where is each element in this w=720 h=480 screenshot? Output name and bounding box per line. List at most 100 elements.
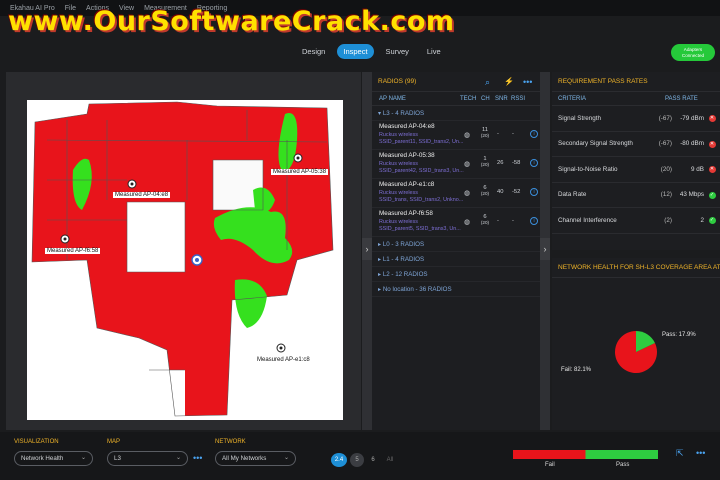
- criteria-name: Data Rate: [558, 191, 587, 199]
- health-legend-bar: [513, 450, 658, 459]
- criteria-name: Signal-to-Noise Ratio: [558, 165, 618, 173]
- ap-marker-04e8[interactable]: [127, 179, 137, 189]
- ap-label-f658: Measured AP-f6:58: [45, 248, 101, 254]
- ap-channel-width: (20): [480, 133, 490, 138]
- ap-channel-width: (20): [480, 191, 490, 196]
- ap-row[interactable]: Measured AP-05:38 Ruckus wireless SSID_pa…: [372, 150, 540, 179]
- ap-snr: -: [497, 131, 499, 137]
- band-6-button[interactable]: 6: [366, 453, 380, 467]
- legend-fail-segment: [513, 450, 586, 459]
- tab-survey[interactable]: Survey: [380, 44, 415, 59]
- group-l2[interactable]: ▸ L2 - 12 RADIOS: [372, 267, 540, 282]
- col-ap-name[interactable]: AP NAME: [379, 92, 406, 106]
- criteria-name: Secondary Signal Strength: [558, 140, 633, 148]
- more-options-icon[interactable]: •••: [696, 448, 705, 458]
- network-health-panel: NETWORK HEALTH FOR SH-L3 COVERAGE AREA A…: [552, 258, 720, 430]
- collapse-left-button[interactable]: ›: [362, 238, 372, 260]
- ap-ssids: SSID_trans, SSID_trans2, Unkno...: [379, 196, 464, 203]
- info-icon[interactable]: i: [530, 217, 538, 225]
- legend-pass-segment: [585, 450, 658, 459]
- ap-marker-0538[interactable]: [293, 153, 303, 163]
- criteria-threshold: (12): [660, 191, 672, 199]
- group-no-location[interactable]: ▸ No location - 36 RADIOS: [372, 282, 540, 297]
- pass-icon: ✓: [708, 217, 716, 225]
- export-icon[interactable]: ⇱: [676, 448, 684, 459]
- ap-label-e1c8: Measured AP-e1:c8: [255, 357, 312, 363]
- criteria-threshold: (20): [660, 165, 672, 173]
- ap-channel-width: (20): [480, 220, 490, 225]
- more-icon[interactable]: •••: [523, 72, 532, 92]
- health-pie-chart: [615, 331, 657, 373]
- signal-icon[interactable]: ⚡: [504, 72, 514, 92]
- search-icon[interactable]: ⌕: [485, 72, 490, 92]
- floor-plan[interactable]: Measured AP-04:e8 Measured AP-05:38 Meas…: [27, 100, 343, 420]
- network-label: NETWORK: [215, 439, 246, 445]
- tab-live[interactable]: Live: [421, 44, 447, 59]
- radios-title: RADIOS (99): [378, 78, 417, 85]
- tab-inspect[interactable]: Inspect: [337, 44, 374, 59]
- info-icon[interactable]: i: [530, 159, 538, 167]
- info-icon[interactable]: i: [530, 130, 538, 138]
- group-l3[interactable]: ▾ L3 - 4 RADIOS: [372, 106, 540, 121]
- ap-snr: -: [497, 218, 499, 224]
- col-tech[interactable]: TECH: [460, 92, 476, 106]
- requirement-row[interactable]: Data Rate (12) 43 Mbps ✓: [552, 183, 720, 208]
- requirements-panel: REQUIREMENT PASS RATES CRITERIA PASS RAT…: [552, 72, 720, 250]
- ap-rssi: -52: [512, 189, 521, 195]
- group-l3-label: L3 - 4 RADIOS: [382, 110, 425, 117]
- ap-marker-f658[interactable]: [60, 234, 70, 244]
- info-icon[interactable]: i: [530, 188, 538, 196]
- col-ch[interactable]: CH: [481, 92, 490, 106]
- criteria-threshold: (-67): [658, 140, 672, 148]
- chevron-down-icon: ⌄: [80, 455, 86, 461]
- ap-label-04e8: Measured AP-04:e8: [113, 192, 171, 198]
- ap-channel: 11 (20): [480, 127, 490, 139]
- survey-location-marker[interactable]: [191, 254, 203, 266]
- ap-details: Ruckus wireless SSID_trans, SSID_trans2, …: [379, 190, 467, 204]
- radios-panel: RADIOS (99) ⌕ ⚡ ••• AP NAME TECH CH SNR …: [372, 72, 540, 430]
- mode-tabs: Design Inspect Survey Live: [296, 44, 447, 59]
- ap-vendor: Ruckus wireless: [379, 190, 418, 196]
- tab-design[interactable]: Design: [296, 44, 331, 59]
- group-l0[interactable]: ▸ L0 - 3 RADIOS: [372, 237, 540, 252]
- ap-marker-e1c8[interactable]: [276, 343, 286, 353]
- legend-fail-label: Fail: [545, 462, 555, 468]
- col-snr[interactable]: SNR: [495, 92, 508, 106]
- criteria-value: -79 dBm: [680, 114, 704, 122]
- ap-row[interactable]: Measured AP-04:e8 Ruckus wireless SSID_pa…: [372, 121, 540, 150]
- visualization-select[interactable]: Network Health ⌄: [14, 451, 93, 466]
- band-all-button[interactable]: All: [383, 453, 397, 467]
- ap-row[interactable]: Measured AP-e1:c8 Ruckus wireless SSID_tr…: [372, 179, 540, 208]
- requirement-row[interactable]: Channel Interference (2) 2 ✓: [552, 208, 720, 234]
- ap-rssi: -: [512, 218, 514, 224]
- stair-area: [149, 370, 185, 420]
- band-5-button[interactable]: 5: [350, 453, 364, 467]
- ap-ssids: SSID_parent5, SSID_trans3, Un...: [379, 225, 461, 232]
- ap-name: Measured AP-05:38: [379, 152, 435, 159]
- fail-icon: ✕: [708, 140, 716, 148]
- chevron-right-icon: ›: [365, 244, 369, 254]
- requirement-row[interactable]: Secondary Signal Strength (-67) -80 dBm ✕: [552, 132, 720, 157]
- col-pass-rate: PASS RATE: [665, 96, 698, 102]
- map-more-icon[interactable]: •••: [193, 453, 202, 463]
- wifi-tech-icon: ◍: [464, 190, 471, 197]
- requirement-row[interactable]: Signal-to-Noise Ratio (20) 9 dB ✕: [552, 157, 720, 183]
- wifi-tech-icon: ◍: [464, 161, 471, 168]
- band-2-4-button[interactable]: 2.4: [331, 453, 347, 467]
- ap-ssids: SSID_parent11, SSID_trans2, Un...: [379, 138, 464, 145]
- map-select[interactable]: L3 ⌄: [107, 451, 188, 466]
- chevron-right-icon: ›: [543, 244, 547, 254]
- ap-row[interactable]: Measured AP-f6:58 Ruckus wireless SSID_pa…: [372, 208, 540, 237]
- criteria-value: -80 dBm: [680, 140, 704, 148]
- ap-channel: 6 (20): [480, 214, 490, 226]
- group-l1[interactable]: ▸ L1 - 4 RADIOS: [372, 252, 540, 267]
- ap-details: Ruckus wireless SSID_parent42, SSID_trans…: [379, 161, 467, 175]
- collapse-right-button[interactable]: ›: [540, 238, 550, 260]
- col-rssi[interactable]: RSSI: [511, 92, 525, 106]
- criteria-name: Signal Strength: [558, 114, 602, 122]
- ap-name: Measured AP-f6:58: [379, 210, 433, 217]
- map-canvas[interactable]: Measured AP-04:e8 Measured AP-05:38 Meas…: [6, 72, 361, 430]
- requirement-row[interactable]: Signal Strength (-67) -79 dBm ✕: [552, 106, 720, 132]
- adapters-connected-button[interactable]: Adapters Connected: [671, 44, 715, 61]
- network-select[interactable]: All My Networks ⌄: [215, 451, 296, 466]
